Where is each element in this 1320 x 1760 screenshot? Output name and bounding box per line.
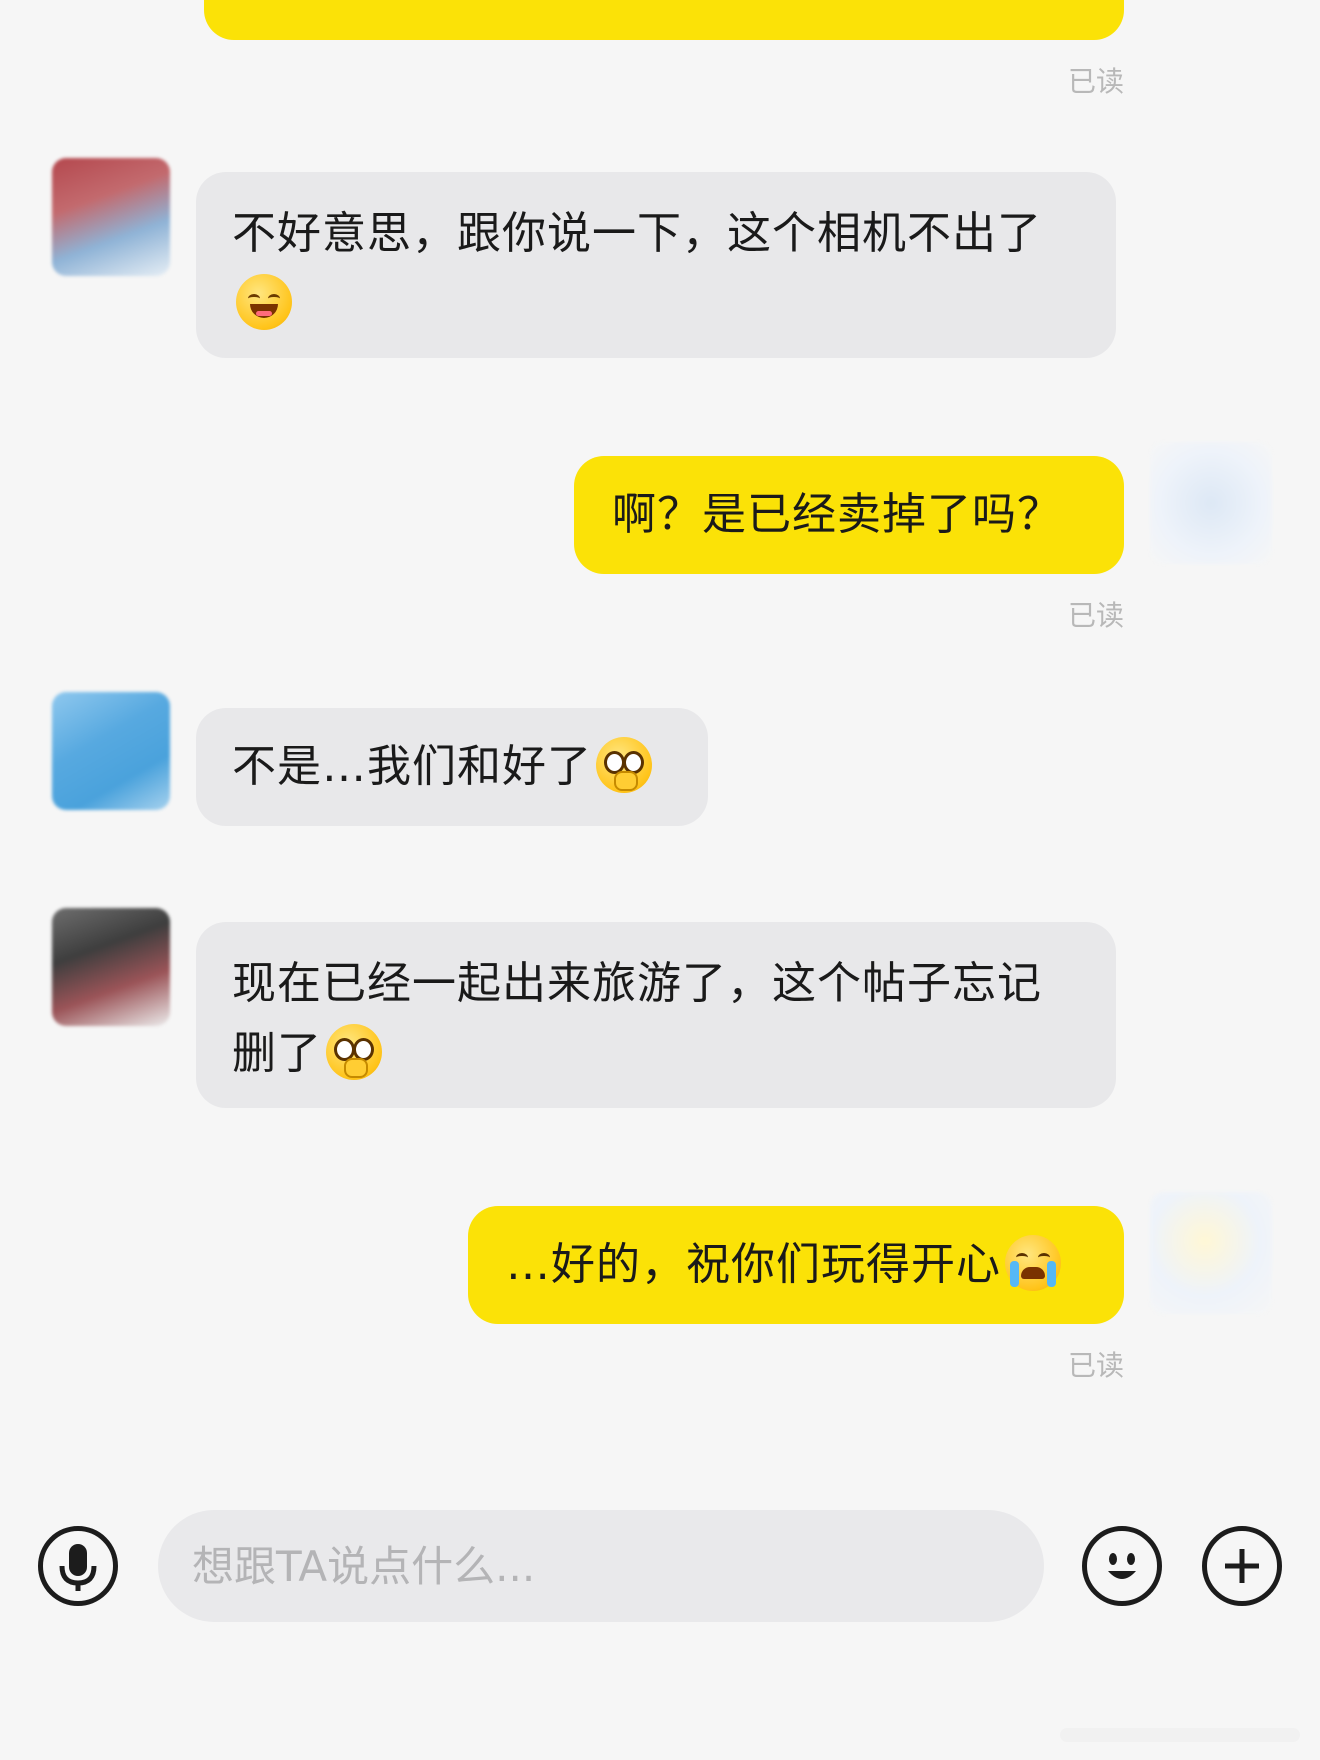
my-avatar[interactable] bbox=[1150, 1192, 1272, 1314]
read-status: 已读 bbox=[1067, 65, 1124, 98]
message-input[interactable] bbox=[158, 1510, 1044, 1622]
contact-avatar[interactable] bbox=[52, 158, 170, 276]
contact-avatar[interactable] bbox=[52, 692, 170, 810]
contact-avatar[interactable] bbox=[52, 908, 170, 1026]
message-text: 不是…我们和好了 bbox=[232, 741, 592, 792]
emoji-button[interactable] bbox=[1082, 1526, 1162, 1606]
incoming-message-bubble[interactable]: 不好意思，跟你说一下，这个相机不出了 bbox=[196, 172, 1116, 358]
pleading-emoji-icon bbox=[596, 737, 652, 793]
incoming-message-bubble[interactable]: 现在已经一起出来旅游了，这个帖子忘记删了 bbox=[196, 922, 1116, 1108]
add-button[interactable] bbox=[1202, 1526, 1282, 1606]
voice-button[interactable] bbox=[38, 1526, 118, 1606]
message-input-bar bbox=[0, 1490, 1320, 1650]
emoji-icon bbox=[1108, 1553, 1136, 1579]
home-indicator bbox=[1060, 1728, 1300, 1742]
outgoing-message-bubble[interactable]: …好的，祝你们玩得开心 bbox=[468, 1206, 1124, 1324]
grinning-squint-emoji-icon bbox=[236, 274, 292, 330]
plus-icon bbox=[1225, 1549, 1259, 1583]
outgoing-message-bubble[interactable]: 啊？是已经卖掉了吗？ bbox=[574, 456, 1124, 574]
partial-outgoing-bubble[interactable] bbox=[204, 0, 1124, 40]
microphone-icon bbox=[59, 1544, 97, 1591]
my-avatar[interactable] bbox=[1150, 442, 1272, 564]
message-text: 啊？是已经卖掉了吗？ bbox=[612, 489, 1062, 540]
read-status: 已读 bbox=[1067, 599, 1124, 632]
loudly-crying-emoji-icon bbox=[1005, 1235, 1061, 1291]
message-text: …好的，祝你们玩得开心 bbox=[506, 1239, 1001, 1290]
pleading-emoji-icon bbox=[326, 1024, 382, 1080]
message-text: 不好意思，跟你说一下，这个相机不出了 bbox=[232, 208, 1042, 259]
read-status: 已读 bbox=[1067, 1349, 1124, 1382]
incoming-message-bubble[interactable]: 不是…我们和好了 bbox=[196, 708, 708, 826]
